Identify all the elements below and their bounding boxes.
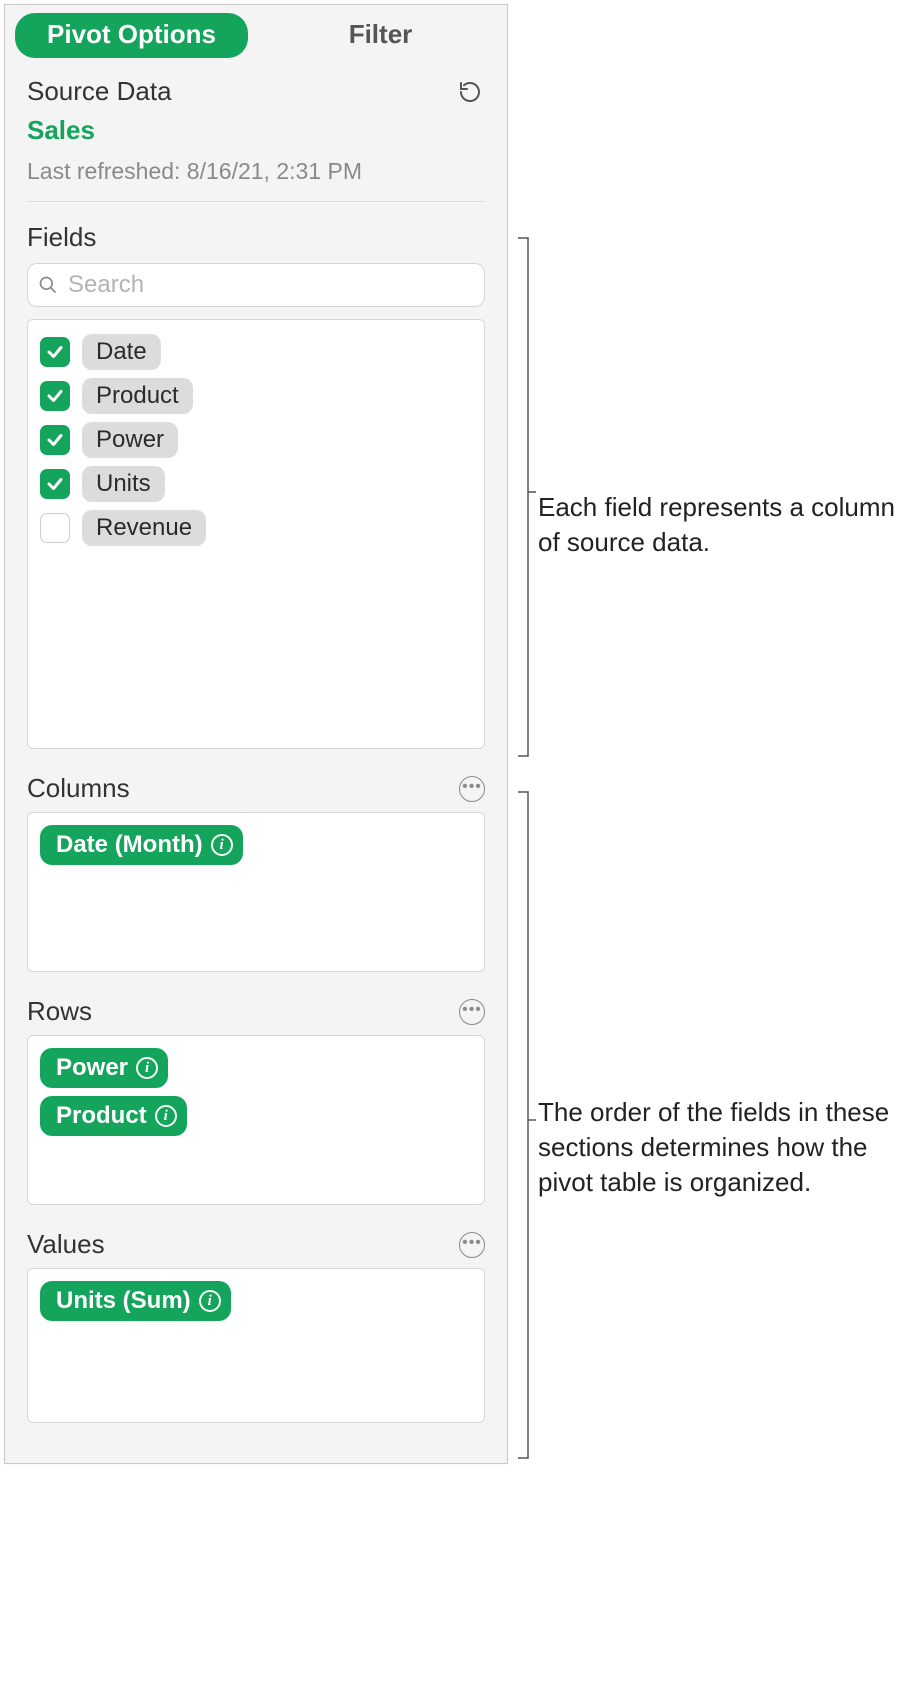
columns-heading: Columns: [27, 773, 130, 804]
field-chip[interactable]: Date: [82, 334, 161, 370]
value-pill-units-sum[interactable]: Units (Sum) i: [40, 1281, 231, 1321]
pivot-options-panel: Pivot Options Filter Source Data Sales L…: [4, 4, 508, 1464]
columns-section: Columns ••• Date (Month) i: [27, 773, 485, 972]
pill-label: Units (Sum): [56, 1287, 191, 1315]
columns-well[interactable]: Date (Month) i: [27, 812, 485, 972]
rows-well[interactable]: Power i Product i: [27, 1035, 485, 1205]
source-data-name: Sales: [27, 115, 485, 146]
pill-label: Product: [56, 1102, 147, 1130]
info-icon[interactable]: i: [211, 834, 233, 856]
row-pill-power[interactable]: Power i: [40, 1048, 168, 1088]
ellipsis-icon: •••: [462, 1002, 482, 1018]
values-heading: Values: [27, 1229, 105, 1260]
callout-order: The order of the fields in these section…: [538, 1095, 918, 1200]
tab-bar: Pivot Options Filter: [5, 5, 507, 62]
source-data-heading: Source Data: [27, 76, 172, 107]
field-checkbox-units[interactable]: [40, 469, 70, 499]
fields-heading: Fields: [27, 222, 485, 253]
fields-list: Date Product Power Units Revenue: [27, 319, 485, 749]
values-more-button[interactable]: •••: [459, 1232, 485, 1258]
row-pill-product[interactable]: Product i: [40, 1096, 187, 1136]
callout-bracket: [516, 790, 536, 1460]
tab-filter[interactable]: Filter: [264, 13, 497, 58]
source-data-section: Source Data Sales Last refreshed: 8/16/2…: [5, 62, 507, 1423]
field-chip[interactable]: Revenue: [82, 510, 206, 546]
field-row: Revenue: [40, 506, 472, 550]
field-row: Units: [40, 462, 472, 506]
field-chip[interactable]: Units: [82, 466, 165, 502]
pill-label: Power: [56, 1054, 128, 1082]
field-checkbox-product[interactable]: [40, 381, 70, 411]
search-icon: [38, 275, 58, 295]
field-checkbox-date[interactable]: [40, 337, 70, 367]
field-row: Power: [40, 418, 472, 462]
callout-fields: Each field represents a column of source…: [538, 490, 908, 560]
field-row: Date: [40, 330, 472, 374]
rows-section: Rows ••• Power i Product i: [27, 996, 485, 1205]
fields-search[interactable]: [27, 263, 485, 307]
ellipsis-icon: •••: [462, 1235, 482, 1251]
pill-label: Date (Month): [56, 831, 203, 859]
callout-bracket: [516, 236, 536, 758]
rows-more-button[interactable]: •••: [459, 999, 485, 1025]
refresh-button[interactable]: [455, 77, 485, 107]
field-checkbox-power[interactable]: [40, 425, 70, 455]
tab-pivot-options[interactable]: Pivot Options: [15, 13, 248, 58]
info-icon[interactable]: i: [155, 1105, 177, 1127]
refresh-icon: [458, 80, 482, 104]
field-row: Product: [40, 374, 472, 418]
values-well[interactable]: Units (Sum) i: [27, 1268, 485, 1423]
field-chip[interactable]: Power: [82, 422, 178, 458]
field-chip[interactable]: Product: [82, 378, 193, 414]
search-input[interactable]: [66, 270, 474, 300]
rows-heading: Rows: [27, 996, 92, 1027]
last-refreshed-label: Last refreshed: 8/16/21, 2:31 PM: [27, 158, 485, 202]
field-checkbox-revenue[interactable]: [40, 513, 70, 543]
info-icon[interactable]: i: [199, 1290, 221, 1312]
ellipsis-icon: •••: [462, 779, 482, 795]
columns-more-button[interactable]: •••: [459, 776, 485, 802]
values-section: Values ••• Units (Sum) i: [27, 1229, 485, 1423]
column-pill-date-month[interactable]: Date (Month) i: [40, 825, 243, 865]
info-icon[interactable]: i: [136, 1057, 158, 1079]
